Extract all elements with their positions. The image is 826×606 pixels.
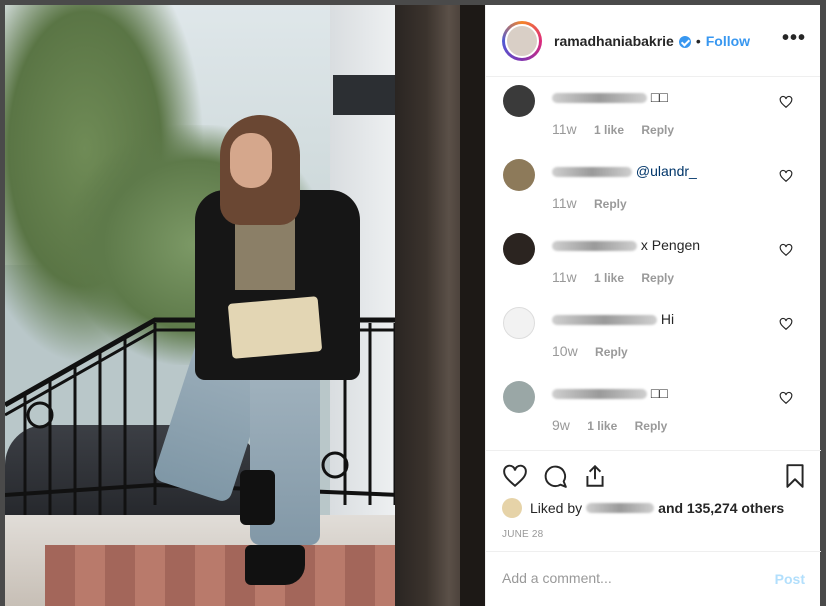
verified-badge-icon [678,35,691,48]
comment-likes[interactable]: 1 like [594,271,624,285]
reply-button[interactable]: Reply [594,197,627,211]
reply-button[interactable]: Reply [595,345,628,359]
comment-likes[interactable]: 1 like [587,419,617,433]
like-heart-icon[interactable] [502,463,528,489]
heart-icon[interactable] [779,95,793,109]
heart-icon[interactable] [779,391,793,405]
post-sidebar: ramadhaniabakrie • Follow ••• □□ 11w 1 l… [485,5,821,606]
comment-item: @ulandr_ 11w Reply [486,151,821,225]
comment-time[interactable]: 9w [552,417,570,433]
comment-mention[interactable]: @ulandr_ [636,163,697,179]
post-button[interactable]: Post [775,571,805,587]
comment-likes[interactable]: 1 like [594,123,624,137]
redacted-username[interactable] [552,241,637,252]
liked-by-prefix: Liked by [530,500,583,516]
comments-list[interactable]: □□ 11w 1 like Reply @ulandr_ 11w Reply x… [486,77,821,450]
comment-text: x Pengen [640,237,701,253]
redacted-username[interactable] [552,93,647,104]
liked-by-row: Liked by and 135,274 others [502,498,784,518]
comment-item: □□ 11w 1 like Reply [486,77,821,151]
comment-avatar[interactable] [503,381,535,413]
comment-bubble-icon[interactable] [542,463,568,489]
heart-icon[interactable] [779,243,793,257]
bookmark-icon[interactable] [782,463,808,489]
likes-count[interactable]: and 135,274 others [658,500,784,516]
action-bar [486,450,821,498]
comment-avatar[interactable] [503,233,535,265]
redacted-username[interactable] [552,315,657,326]
comment-text: Hi [660,311,675,327]
more-options-icon[interactable]: ••• [782,27,806,50]
comment-time[interactable]: 11w [552,121,577,137]
comment-avatar[interactable] [503,307,535,339]
post-photo[interactable] [5,5,485,606]
heart-icon[interactable] [779,317,793,331]
comment-avatar[interactable] [503,85,535,117]
add-comment-input[interactable] [502,570,742,586]
reply-button[interactable]: Reply [641,271,674,285]
comment-time[interactable]: 11w [552,269,577,285]
heart-icon[interactable] [779,169,793,183]
add-comment-bar: Post [486,551,821,606]
reply-button[interactable]: Reply [641,123,674,137]
redacted-liker-name[interactable] [586,503,655,513]
post-header: ramadhaniabakrie • Follow ••• [486,5,820,77]
comment-item: x Pengen 11w 1 like Reply [486,225,821,299]
redacted-username[interactable] [552,389,647,400]
redacted-username[interactable] [552,167,632,178]
reply-button[interactable]: Reply [635,419,668,433]
comment-time[interactable]: 11w [552,195,577,211]
comment-item: □□ 9w 1 like Reply [486,373,821,447]
comment-item: Hi 10w Reply [486,299,821,373]
photo-door-edge [460,5,485,606]
comment-text: □□ [650,385,668,401]
username-link[interactable]: ramadhaniabakrie [554,33,674,49]
comment-text: □□ [650,89,668,105]
post-modal: ramadhaniabakrie • Follow ••• □□ 11w 1 l… [5,5,821,606]
separator-dot: • [695,32,701,49]
story-ring[interactable] [502,20,542,61]
share-icon[interactable] [582,463,608,489]
avatar[interactable] [505,23,539,58]
comment-avatar[interactable] [503,159,535,191]
post-date[interactable]: JUNE 28 [502,529,543,540]
liker-avatar[interactable] [502,498,522,518]
follow-button[interactable]: Follow [706,33,750,49]
comment-time[interactable]: 10w [552,343,578,359]
photo-person [152,115,375,605]
photo-house-roof [333,75,403,115]
